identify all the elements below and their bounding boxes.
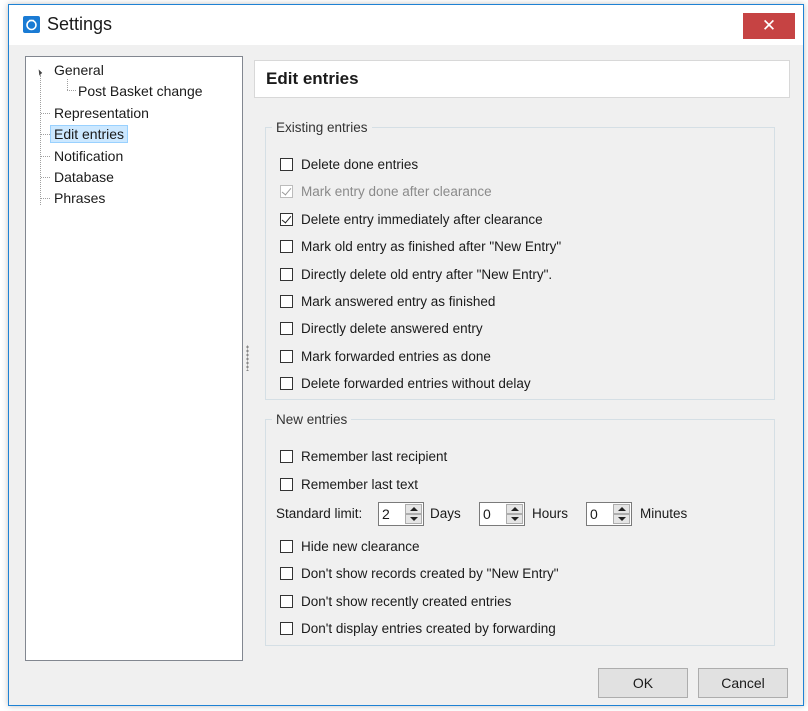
close-icon: ✕: [761, 16, 777, 35]
checkbox[interactable]: [280, 377, 293, 390]
collapse-arrow-icon[interactable]: [35, 69, 43, 76]
tree-item-post-basket-change[interactable]: Post Basket change: [78, 81, 203, 101]
settings-window: Settings ✕ General Post Basket change Re…: [8, 4, 804, 706]
tree-item-edit-entries[interactable]: Edit entries: [50, 124, 129, 144]
hours-stepper[interactable]: 0: [479, 502, 525, 526]
checkbox[interactable]: [280, 268, 293, 281]
checkbox[interactable]: [280, 622, 293, 635]
checkbox[interactable]: [280, 213, 293, 226]
tree-item-phrases[interactable]: Phrases: [54, 188, 105, 208]
splitter-handle[interactable]: [246, 345, 249, 371]
days-stepper[interactable]: 2: [378, 502, 424, 526]
minutes-label: Minutes: [640, 506, 688, 521]
new-entries-group: New entries Remember last recipient Reme…: [265, 412, 775, 646]
checkbox[interactable]: [280, 158, 293, 171]
tree-item-notification[interactable]: Notification: [54, 146, 123, 166]
spin-down-icon[interactable]: [405, 514, 422, 524]
checkbox[interactable]: [280, 567, 293, 580]
existing-entries-group: Existing entries Delete done entries Mar…: [265, 120, 775, 400]
title-bar: Settings ✕: [9, 5, 803, 45]
tree-item-database[interactable]: Database: [54, 167, 114, 187]
spin-up-icon[interactable]: [506, 504, 523, 514]
cancel-button[interactable]: Cancel: [698, 668, 788, 698]
standard-limit-label: Standard limit:: [276, 506, 363, 521]
spin-up-icon[interactable]: [405, 504, 422, 514]
tree-item-representation[interactable]: Representation: [54, 103, 149, 123]
minutes-stepper[interactable]: 0: [586, 502, 632, 526]
standard-limit-row: Standard limit: 2 Days 0 Hours 0 Minutes: [276, 502, 766, 526]
spin-up-icon[interactable]: [613, 504, 630, 514]
tree-item-general[interactable]: General: [54, 60, 104, 80]
checkbox[interactable]: [280, 295, 293, 308]
close-button[interactable]: ✕: [743, 13, 795, 39]
hours-label: Hours: [532, 506, 569, 521]
checkbox[interactable]: [280, 322, 293, 335]
spin-down-icon[interactable]: [506, 514, 523, 524]
checkbox[interactable]: [280, 540, 293, 553]
checkbox[interactable]: [280, 478, 293, 491]
checkbox[interactable]: [280, 350, 293, 363]
ok-button[interactable]: OK: [598, 668, 688, 698]
days-label: Days: [430, 506, 461, 521]
new-entries-legend: New entries: [276, 412, 348, 427]
existing-entries-legend: Existing entries: [276, 120, 368, 135]
checkbox[interactable]: [280, 240, 293, 253]
spin-down-icon[interactable]: [613, 514, 630, 524]
window-title: Settings: [47, 14, 113, 34]
checkbox[interactable]: [280, 450, 293, 463]
checkbox[interactable]: [280, 595, 293, 608]
content-header: Edit entries: [254, 60, 790, 98]
settings-tree[interactable]: General Post Basket change Representatio…: [25, 56, 243, 661]
app-bell-icon: [23, 16, 40, 33]
checkbox: [280, 185, 293, 198]
page-title: Edit entries: [266, 69, 359, 88]
